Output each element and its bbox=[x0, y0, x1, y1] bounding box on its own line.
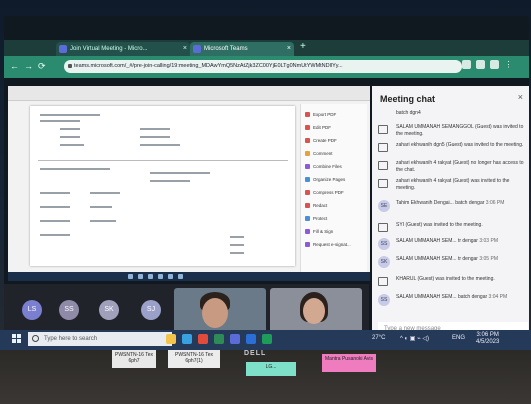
tool-icon bbox=[305, 164, 310, 170]
pdf-tool-item[interactable]: Request e-signat... bbox=[305, 242, 351, 248]
excel-icon[interactable] bbox=[262, 334, 272, 344]
tool-icon bbox=[305, 203, 310, 209]
tab-join-meeting[interactable]: Join Virtual Meeting - Micro... × bbox=[56, 42, 190, 56]
weather-widget[interactable]: 27°C bbox=[372, 335, 385, 341]
taskbar-clock[interactable]: 3:06 PM 4/5/2023 bbox=[476, 332, 499, 346]
tool-icon bbox=[305, 229, 310, 235]
tool-icon bbox=[305, 112, 310, 118]
search-icon bbox=[32, 335, 39, 342]
tool-icon bbox=[305, 216, 310, 222]
pdf-tool-label: Edit PDF bbox=[313, 125, 332, 130]
pdf-tool-item[interactable]: Fill & Sign bbox=[305, 229, 334, 235]
pdf-tool-label: Redact bbox=[313, 203, 328, 208]
pdf-page bbox=[30, 106, 295, 266]
teams-icon bbox=[193, 45, 201, 53]
desk-area bbox=[0, 350, 531, 404]
pdf-tool-label: Protect bbox=[313, 216, 328, 221]
pdf-tool-label: Export PDF bbox=[313, 112, 337, 117]
shared-taskbar bbox=[8, 272, 370, 281]
word-icon[interactable] bbox=[246, 334, 256, 344]
pdf-tool-item[interactable]: Compress PDF bbox=[305, 190, 344, 196]
chat-title: Meeting chat bbox=[380, 94, 436, 104]
tool-icon bbox=[305, 125, 310, 131]
sticky-note: PWSNTN-16 Tex 6ph7(1) bbox=[168, 350, 220, 368]
sticky-note: LG... bbox=[246, 362, 296, 376]
pdf-toolbar bbox=[8, 86, 370, 101]
address-bar[interactable]: teams.microsoft.com/_#/pre-join-calling/… bbox=[64, 60, 462, 73]
sticky-note: PWSNTN-16 Tex 6ph7 bbox=[112, 350, 156, 368]
member-added-icon bbox=[378, 143, 388, 152]
extension-icon[interactable] bbox=[462, 60, 471, 69]
edge-icon[interactable] bbox=[182, 334, 192, 344]
extension-icon[interactable] bbox=[476, 60, 485, 69]
pdf-tool-item[interactable]: Export PDF bbox=[305, 112, 337, 118]
pdf-tool-label: Comment bbox=[313, 151, 333, 156]
dell-logo: DELL bbox=[244, 350, 267, 357]
pdf-tool-label: Combine Files bbox=[313, 164, 342, 169]
participant-avatar[interactable]: SK bbox=[99, 300, 119, 320]
pdf-tool-item[interactable]: Redact bbox=[305, 203, 328, 209]
pdf-tool-label: Compress PDF bbox=[313, 190, 344, 195]
taskbar-search-input[interactable]: Type here to search bbox=[28, 332, 172, 346]
member-added-icon bbox=[378, 179, 388, 188]
member-removed-icon bbox=[378, 161, 388, 170]
pdf-tool-label: Fill & Sign bbox=[313, 229, 334, 234]
acrobat-icon[interactable] bbox=[198, 334, 208, 344]
forward-icon[interactable]: → bbox=[24, 61, 33, 71]
back-icon[interactable]: ← bbox=[10, 61, 19, 71]
reload-icon[interactable]: ⟳ bbox=[38, 61, 46, 72]
pdf-tool-item[interactable]: Comment bbox=[305, 151, 333, 157]
system-tray-icons[interactable]: ^ ◐ ▣ ⌁ ◁) bbox=[400, 335, 429, 342]
windows-start-icon[interactable] bbox=[12, 334, 21, 343]
file-explorer-icon[interactable] bbox=[166, 334, 176, 344]
pdf-tools-panel: Export PDF Edit PDF Create PDF Comment Combi… bbox=[300, 104, 367, 274]
meeting-chat-panel: Meeting chat × batch dgn4 SALAM UMMANAH … bbox=[372, 86, 529, 344]
chrome-icon[interactable] bbox=[214, 334, 224, 344]
avatar: SK bbox=[378, 256, 390, 268]
tab-microsoft-teams[interactable]: Microsoft Teams × bbox=[190, 42, 294, 56]
input-language[interactable]: ENG bbox=[452, 335, 465, 341]
avatar: SE bbox=[378, 200, 390, 212]
teams-taskbar-icon[interactable] bbox=[230, 334, 240, 344]
tool-icon bbox=[305, 242, 310, 248]
close-icon[interactable]: × bbox=[518, 92, 523, 102]
pdf-tool-label: Request e-signat... bbox=[313, 242, 351, 247]
tool-icon bbox=[305, 190, 310, 196]
lock-icon bbox=[68, 64, 72, 68]
new-tab-icon[interactable]: + bbox=[300, 41, 306, 52]
avatar: SS bbox=[378, 238, 390, 250]
avatar: SS bbox=[378, 294, 390, 306]
pdf-tool-item[interactable]: Protect bbox=[305, 216, 328, 222]
pdf-tool-item[interactable]: Organize Pages bbox=[305, 177, 346, 183]
member-added-icon bbox=[378, 277, 388, 286]
pdf-tool-label: Create PDF bbox=[313, 138, 337, 143]
pdf-tool-item[interactable]: Create PDF bbox=[305, 138, 337, 144]
teams-icon bbox=[59, 45, 67, 53]
close-tab-icon[interactable]: × bbox=[287, 42, 291, 56]
participant-avatar[interactable]: SS bbox=[59, 300, 79, 320]
tool-icon bbox=[305, 177, 310, 183]
menu-icon[interactable]: ⋮ bbox=[504, 60, 513, 69]
participant-avatar[interactable]: LS bbox=[22, 300, 42, 320]
tool-icon bbox=[305, 138, 310, 144]
monitor-screen: Join Virtual Meeting - Micro... × Micros… bbox=[4, 16, 529, 346]
member-added-icon bbox=[378, 125, 388, 134]
profile-icon[interactable] bbox=[490, 60, 499, 69]
participant-avatar[interactable]: SJ bbox=[141, 300, 161, 320]
shared-screen: Export PDF Edit PDF Create PDF Comment Combi… bbox=[8, 86, 370, 281]
pdf-tool-item[interactable]: Combine Files bbox=[305, 164, 342, 170]
pdf-tool-label: Organize Pages bbox=[313, 177, 346, 182]
member-added-icon bbox=[378, 223, 388, 232]
tool-icon bbox=[305, 151, 310, 157]
sticky-note: Mantra Pusanoki Avis bbox=[322, 354, 376, 372]
pdf-tool-item[interactable]: Edit PDF bbox=[305, 125, 332, 131]
close-tab-icon[interactable]: × bbox=[183, 42, 187, 56]
